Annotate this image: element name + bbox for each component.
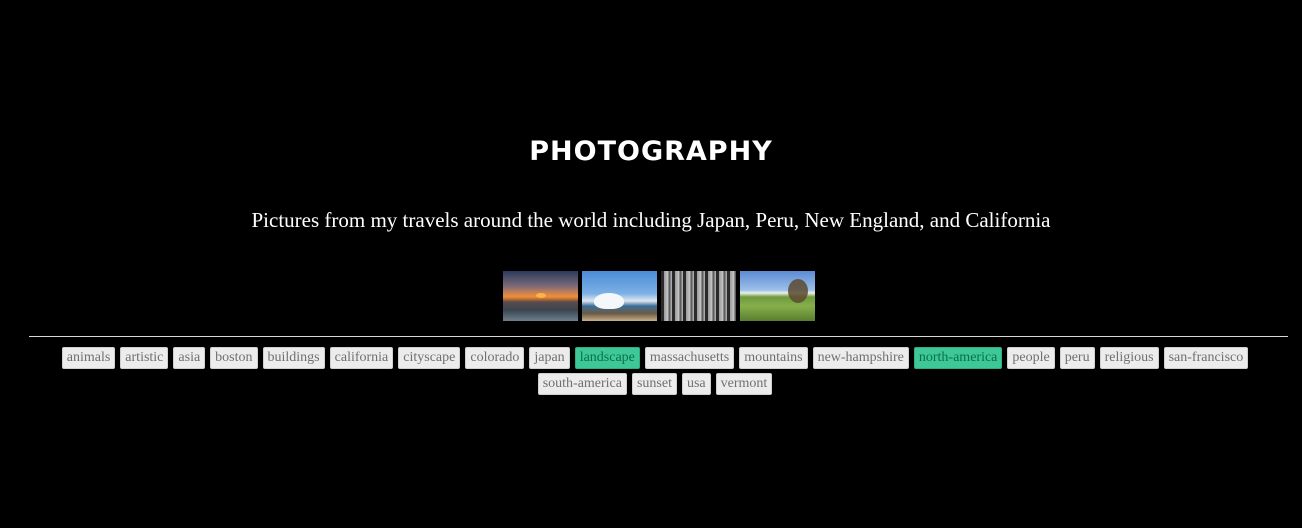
tag-people[interactable]: people [1007,347,1055,369]
waves-thumbnail[interactable] [582,271,657,321]
forest-thumbnail[interactable] [661,271,736,321]
page-title: PHOTOGRAPHY [529,136,773,167]
thumbnail-gallery [503,271,815,321]
sunset-thumbnail[interactable] [503,271,578,321]
tag-new-hampshire[interactable]: new-hampshire [812,347,909,369]
tag-sunset[interactable]: sunset [631,373,677,395]
tag-religious[interactable]: religious [1099,347,1159,369]
tag-artistic[interactable]: artistic [120,347,169,369]
tag-peru[interactable]: peru [1059,347,1095,369]
tag-colorado[interactable]: colorado [465,347,525,369]
tag-south-america[interactable]: south-america [537,373,627,395]
tag-japan[interactable]: japan [529,347,570,369]
tag-buildings[interactable]: buildings [262,347,325,369]
tag-asia[interactable]: asia [173,347,206,369]
tag-california[interactable]: california [329,347,394,369]
tag-massachusetts[interactable]: massachusetts [644,347,735,369]
tag-usa[interactable]: usa [681,373,711,395]
field-thumbnail[interactable] [740,271,815,321]
page-subtitle: Pictures from my travels around the worl… [251,208,1051,232]
tag-san-francisco[interactable]: san-francisco [1163,347,1249,369]
tag-filter-list: animals artistic asia boston buildings c… [60,347,1250,395]
tag-animals[interactable]: animals [61,347,116,369]
divider [29,336,1288,337]
tag-mountains[interactable]: mountains [739,347,808,369]
tag-landscape[interactable]: landscape [574,347,640,369]
tag-north-america[interactable]: north-america [913,347,1003,369]
tag-vermont[interactable]: vermont [715,373,773,395]
tag-cityscape[interactable]: cityscape [398,347,461,369]
tag-boston[interactable]: boston [210,347,258,369]
